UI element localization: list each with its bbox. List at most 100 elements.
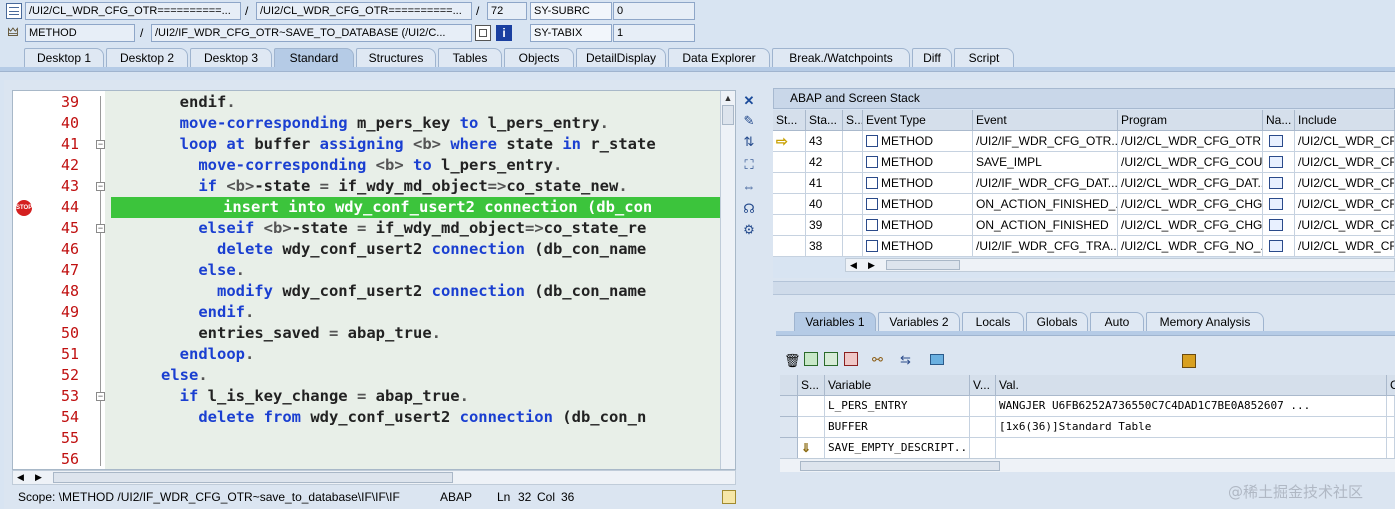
stack-row-marker[interactable]: ⇨	[773, 131, 806, 152]
navigate-icon[interactable]	[1269, 198, 1283, 210]
stack-row-marker[interactable]	[773, 215, 806, 236]
sysvar-name-field-2[interactable]: SY-TABIX	[530, 24, 612, 42]
stack-column-header[interactable]: Program	[1118, 110, 1263, 131]
info-icon[interactable]: i	[496, 25, 512, 41]
stack-column-header[interactable]: Event Type	[863, 110, 973, 131]
code-line[interactable]: if l_is_key_change = abap_true.	[105, 386, 735, 407]
code-line[interactable]: entries_saved = abap_true.	[105, 323, 735, 344]
program-field[interactable]: /UI2/CL_WDR_CFG_OTR==========...	[25, 2, 241, 20]
var-column-header[interactable]	[780, 375, 798, 396]
var-column-header[interactable]: Val.	[996, 375, 1387, 396]
code-line[interactable]: delete wdy_conf_usert2 connection (db_co…	[105, 239, 735, 260]
stack-include[interactable]: /UI2/CL_WDR_CF	[1295, 215, 1395, 236]
stack-program[interactable]: /UI2/CL_WDR_CFG_DAT...	[1118, 173, 1263, 194]
stack-nav-cell[interactable]	[1263, 152, 1295, 173]
include-field[interactable]: /UI2/CL_WDR_CFG_OTR==========...	[256, 2, 472, 20]
stack-program[interactable]: /UI2/CL_WDR_CFG_CHG...	[1118, 215, 1263, 236]
stack-row-marker[interactable]	[773, 173, 806, 194]
stack-s-cell[interactable]	[843, 236, 863, 257]
navigate-icon[interactable]	[1269, 156, 1283, 168]
stack-event[interactable]: /UI2/IF_WDR_CFG_TRA...	[973, 236, 1118, 257]
tab-desktop-2[interactable]: Desktop 2	[106, 48, 188, 67]
headset-icon[interactable]: ☊	[740, 200, 758, 218]
stack-include[interactable]: /UI2/CL_WDR_CF	[1295, 236, 1395, 257]
tab-globals[interactable]: Globals	[1026, 312, 1088, 331]
new-tool-icon[interactable]: ✎	[740, 112, 758, 130]
stack-nav-cell[interactable]	[1263, 173, 1295, 194]
stack-program[interactable]: /UI2/CL_WDR_CFG_NO_...	[1118, 236, 1263, 257]
var-status-cell[interactable]: ⇓	[798, 438, 825, 459]
load-icon[interactable]	[804, 352, 818, 366]
stack-row-marker[interactable]	[773, 194, 806, 215]
var-status-cell[interactable]	[798, 417, 825, 438]
stack-column-header[interactable]: Na...	[1263, 110, 1295, 131]
code-line[interactable]: move-corresponding m_pers_key to l_pers_…	[105, 113, 735, 134]
stack-event[interactable]: ON_ACTION_FINISHED	[973, 215, 1118, 236]
stack-level[interactable]: 41	[806, 173, 843, 194]
row-selector[interactable]	[780, 438, 798, 459]
variable-name[interactable]: SAVE_EMPTY_DESCRIPT...	[825, 438, 970, 459]
stack-row-marker[interactable]	[773, 236, 806, 257]
folder-icon[interactable]	[930, 354, 944, 365]
event-type-field[interactable]: METHOD	[25, 24, 135, 42]
row-selector[interactable]	[780, 417, 798, 438]
code-line[interactable]	[105, 428, 735, 449]
editor-vscrollbar[interactable]: ▲	[720, 91, 735, 469]
stack-level[interactable]: 40	[806, 194, 843, 215]
tab-detaildisplay[interactable]: DetailDisplay	[576, 48, 666, 67]
var-column-header[interactable]: S...	[798, 375, 825, 396]
code-line[interactable]: elseif <b>-state = if_wdy_md_object=>co_…	[105, 218, 735, 239]
stack-nav-cell[interactable]	[1263, 194, 1295, 215]
settings-icon[interactable]: ⚙	[740, 221, 758, 239]
stack-column-header[interactable]: Event	[973, 110, 1118, 131]
code-line[interactable]: else.	[105, 365, 735, 386]
stack-event-type[interactable]: METHOD	[863, 152, 973, 173]
stack-column-header[interactable]: S...	[843, 110, 863, 131]
variable-name[interactable]: L_PERS_ENTRY	[825, 396, 970, 417]
notes-icon[interactable]	[722, 490, 736, 504]
variable-v-cell[interactable]	[970, 417, 996, 438]
stack-event[interactable]: ON_ACTION_FINISHED_...	[973, 194, 1118, 215]
navigate-icon[interactable]	[1269, 177, 1283, 189]
stack-include[interactable]: /UI2/CL_WDR_CF	[1295, 194, 1395, 215]
code-line[interactable]: endif.	[105, 302, 735, 323]
delete-icon[interactable]: 🗑	[784, 353, 801, 369]
fold-toggle-icon[interactable]: −	[96, 392, 105, 401]
tab-data-explorer[interactable]: Data Explorer	[668, 48, 770, 67]
tab-standard[interactable]: Standard	[274, 48, 354, 67]
method-path-field[interactable]: /UI2/IF_WDR_CFG_OTR~SAVE_TO_DATABASE (/U…	[151, 24, 472, 42]
transfer-icon[interactable]: ⇆	[900, 352, 911, 368]
tab-script[interactable]: Script	[954, 48, 1014, 67]
stack-column-header[interactable]: St...	[773, 110, 806, 131]
tab-tables[interactable]: Tables	[438, 48, 502, 67]
fold-toggle-icon[interactable]: −	[96, 140, 105, 149]
variable-value[interactable]: [1x6(36)]Standard Table	[996, 417, 1387, 438]
stack-program[interactable]: /UI2/CL_WDR_CFG_OTR...	[1118, 131, 1263, 152]
variable-value[interactable]: WANGJER U6FB6252A736550C7C4DAD1C7BE0A852…	[996, 396, 1387, 417]
code-line[interactable]: else.	[105, 260, 735, 281]
stack-program[interactable]: /UI2/CL_WDR_CFG_CHG...	[1118, 194, 1263, 215]
stack-level[interactable]: 39	[806, 215, 843, 236]
fold-toggle-icon[interactable]: −	[96, 182, 105, 191]
navigate-icon[interactable]	[1269, 135, 1283, 147]
stack-event-type[interactable]: METHOD	[863, 215, 973, 236]
sysvar-value-field-2[interactable]: 1	[613, 24, 695, 42]
stack-hscrollbar[interactable]: ◀ ▶	[845, 258, 1395, 272]
stack-program[interactable]: /UI2/CL_WDR_CFG_COU...	[1118, 152, 1263, 173]
stack-nav-cell[interactable]	[1263, 131, 1295, 152]
var-column-header[interactable]: V...	[970, 375, 996, 396]
stack-s-cell[interactable]	[843, 215, 863, 236]
tab-locals[interactable]: Locals	[962, 312, 1024, 331]
fold-toggle-icon[interactable]: −	[96, 224, 105, 233]
variable-v-cell[interactable]	[970, 438, 996, 459]
code-line[interactable]: delete from wdy_conf_usert2 connection (…	[105, 407, 735, 428]
stack-event-type[interactable]: METHOD	[863, 173, 973, 194]
code-line[interactable]: if <b>-state = if_wdy_md_object=>co_stat…	[105, 176, 735, 197]
remove-vars-icon[interactable]	[844, 352, 858, 366]
stack-column-header[interactable]: Include	[1295, 110, 1395, 131]
save-vars-icon[interactable]	[824, 352, 838, 366]
tab-objects[interactable]: Objects	[504, 48, 574, 67]
code-line[interactable]: modify wdy_conf_usert2 connection (db_co…	[105, 281, 735, 302]
navigate-icon[interactable]	[1269, 219, 1283, 231]
var-status-cell[interactable]	[798, 396, 825, 417]
